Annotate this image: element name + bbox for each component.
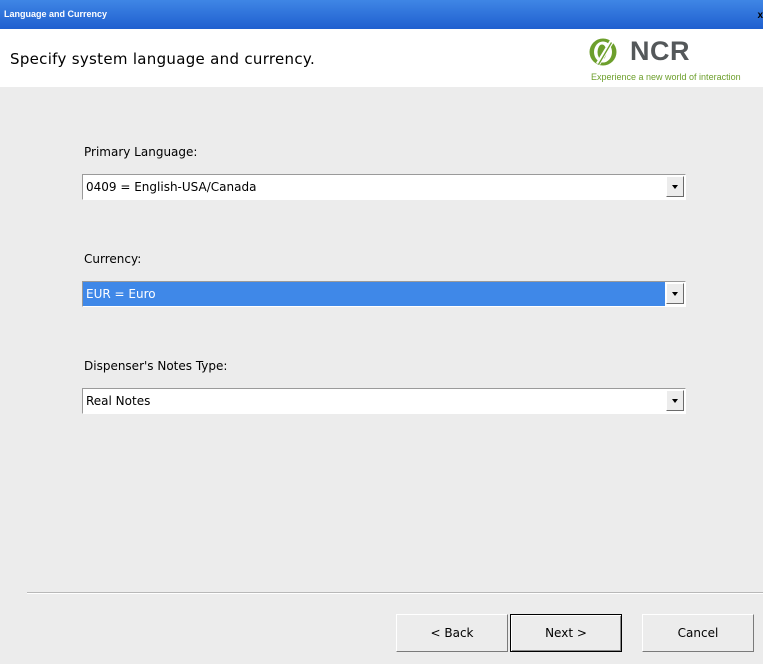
title-bar[interactable]: Language and Currency x [0,0,763,29]
primary-language-select[interactable]: 0409 = English-USA/Canada [82,174,686,200]
dialog-window: Language and Currency x Specify system l… [0,0,763,664]
header-banner: Specify system language and currency. NC… [0,29,763,87]
back-button[interactable]: < Back [396,614,508,652]
close-icon[interactable]: x [757,10,763,21]
footer-divider [27,592,763,594]
logo-brand-text: NCR [630,36,690,66]
currency-value[interactable]: EUR = Euro [83,282,665,306]
ncr-logo-mark-icon [589,38,617,66]
primary-language-value[interactable]: 0409 = English-USA/Canada [83,175,665,199]
window-title: Language and Currency [4,9,108,19]
notes-type-select[interactable]: Real Notes [82,388,686,414]
notes-type-value[interactable]: Real Notes [83,389,665,413]
currency-select[interactable]: EUR = Euro [82,281,686,307]
notes-type-label: Dispenser's Notes Type: [84,359,228,373]
primary-language-label: Primary Language: [84,145,198,159]
next-button[interactable]: Next > [510,614,622,652]
chevron-down-icon[interactable] [666,283,684,304]
cancel-button[interactable]: Cancel [642,614,754,652]
chevron-down-icon[interactable] [666,176,684,197]
chevron-down-icon[interactable] [666,390,684,411]
ncr-logo: NCR Experience a new world of interactio… [586,35,763,83]
page-instruction: Specify system language and currency. [10,50,316,68]
currency-label: Currency: [84,252,142,266]
logo-tagline: Experience a new world of interaction [591,72,741,82]
